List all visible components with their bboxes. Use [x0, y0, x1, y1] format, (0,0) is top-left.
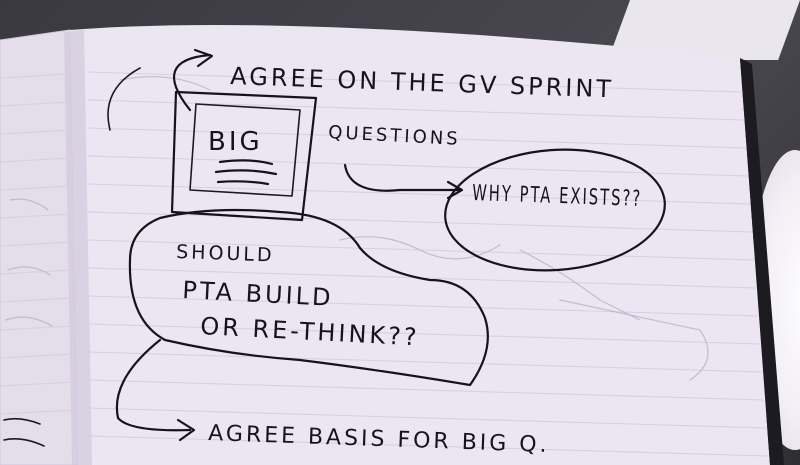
question-2-line-1: SHOULD [176, 241, 275, 266]
photo-scene: AGREE ON THE GV SPRINT BIG QUESTIONS WHY… [0, 0, 800, 465]
box-label: BIG [208, 127, 263, 157]
notebook: AGREE ON THE GV SPRINT BIG QUESTIONS WHY… [0, 24, 784, 465]
